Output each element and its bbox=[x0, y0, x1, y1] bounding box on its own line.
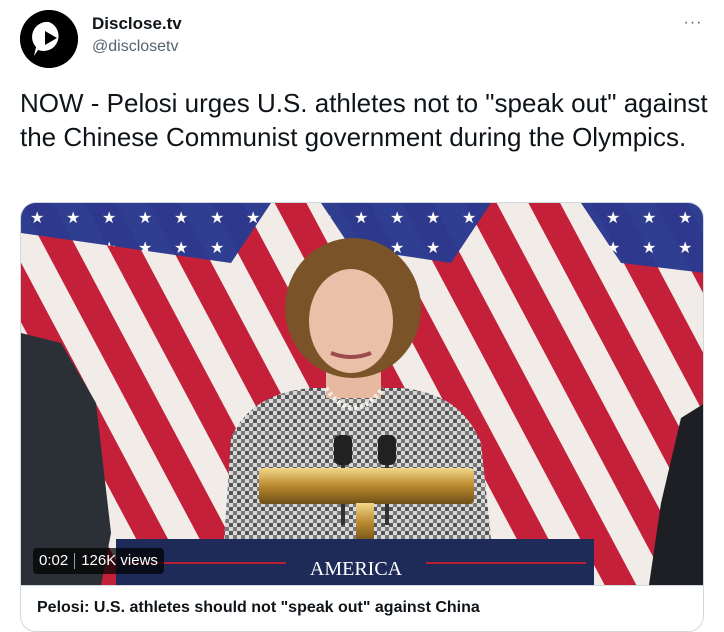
video-stats-badge: 0:02 126K views bbox=[33, 548, 164, 574]
display-name[interactable]: Disclose.tv bbox=[92, 14, 182, 34]
tweet-text: NOW - Pelosi urges U.S. athletes not to … bbox=[20, 88, 708, 152]
video-player[interactable]: ★ bbox=[21, 203, 703, 585]
account-avatar[interactable] bbox=[20, 10, 78, 68]
account-handle[interactable]: @disclosetv bbox=[92, 38, 179, 56]
video-elapsed-time: 0:02 bbox=[39, 552, 69, 569]
video-frame: ★ bbox=[21, 203, 703, 585]
media-card[interactable]: ★ bbox=[20, 202, 704, 632]
more-horizontal-icon[interactable]: ··· bbox=[682, 12, 704, 34]
play-bubble-logo-icon bbox=[20, 10, 78, 68]
tweet: Disclose.tv @disclosetv ··· NOW - Pelosi… bbox=[0, 0, 724, 632]
podium-text: AMERICA bbox=[310, 558, 403, 580]
video-view-count: 126K views bbox=[81, 552, 158, 569]
card-title[interactable]: Pelosi: U.S. athletes should not "speak … bbox=[21, 585, 703, 631]
